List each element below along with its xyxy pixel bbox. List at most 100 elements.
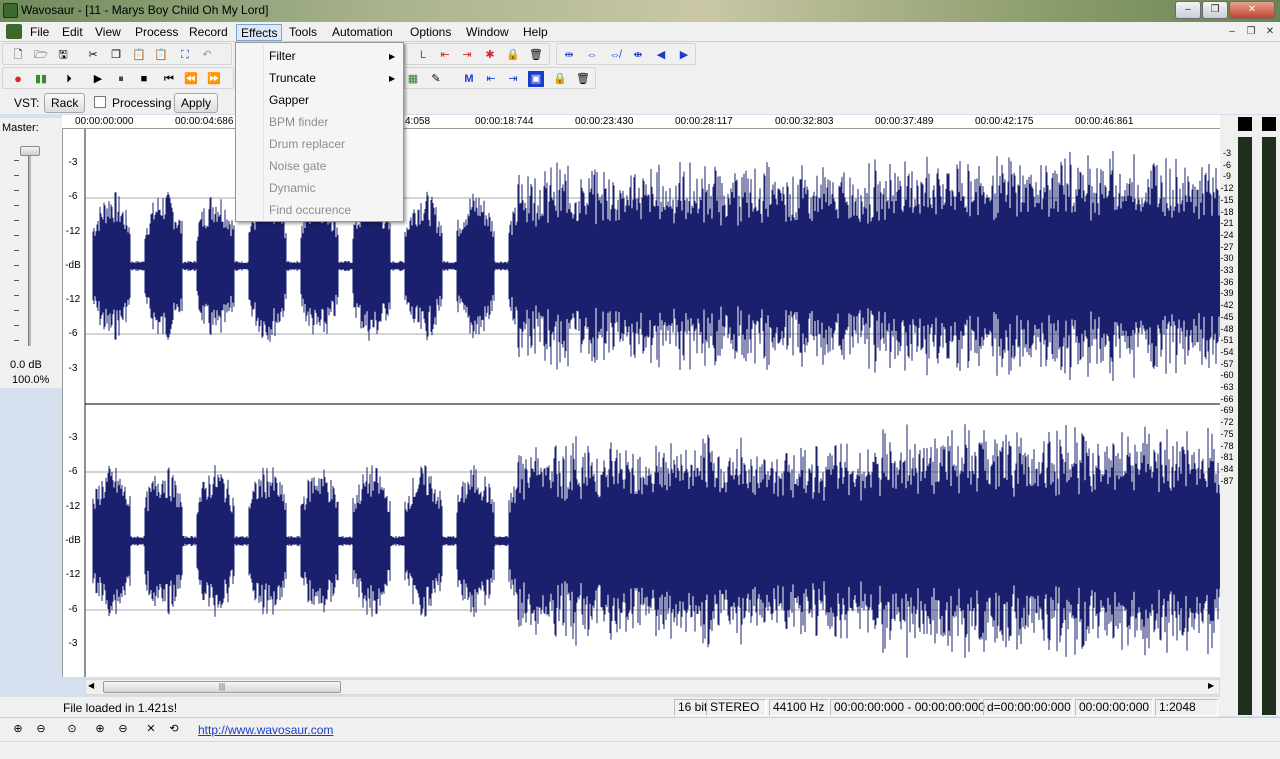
- menu-record[interactable]: Record: [185, 24, 232, 41]
- zoom-out-icon[interactable]: ⊖: [33, 721, 49, 737]
- submenu-arrow-icon: ▶: [389, 74, 396, 83]
- marker-icon[interactable]: M: [461, 71, 477, 87]
- paste-mix-icon[interactable]: 📋: [153, 47, 169, 63]
- mdi-restore-button[interactable]: ❐: [1243, 25, 1259, 40]
- pencil-icon[interactable]: ✎: [428, 71, 444, 87]
- scroll-right-arrow-icon[interactable]: ▶: [1208, 681, 1214, 690]
- horizontal-scrollbar[interactable]: ◀ ||| ▶: [85, 679, 1220, 695]
- vu-left-bar: [1238, 137, 1252, 715]
- play-icon[interactable]: ▶: [90, 71, 106, 87]
- left-marker-icon[interactable]: L: [415, 47, 431, 63]
- minimize-button[interactable]: ‒: [1175, 1, 1201, 19]
- menu-automation[interactable]: Automation: [328, 24, 397, 41]
- waveform-right-channel: [92, 424, 1221, 658]
- paste-icon[interactable]: 📋: [131, 47, 147, 63]
- menu-item-dynamic[interactable]: Dynamic: [269, 178, 316, 198]
- rewind-icon[interactable]: ⏪: [183, 71, 199, 87]
- channel2-axis-label: -3: [68, 432, 78, 443]
- horizontal-scroll-thumb[interactable]: |||: [103, 681, 341, 693]
- marker-split-icon[interactable]: ✱: [482, 47, 498, 63]
- menu-effects[interactable]: Effects: [236, 24, 283, 41]
- move-right-icon[interactable]: ⇥: [459, 47, 475, 63]
- go-start-icon[interactable]: ⏮: [161, 71, 177, 87]
- apply-button[interactable]: Apply: [174, 93, 219, 113]
- new-file-icon[interactable]: 🗋: [10, 47, 26, 63]
- move-left-icon[interactable]: ⇤: [437, 47, 453, 63]
- marker-select-icon[interactable]: ▣: [528, 71, 544, 87]
- rack-button[interactable]: Rack: [44, 93, 86, 113]
- save-icon[interactable]: 🖫: [55, 47, 71, 63]
- zoom-in-vertical-icon[interactable]: ⊕: [92, 721, 108, 737]
- menu-window[interactable]: Window: [462, 24, 513, 41]
- fast-forward-icon[interactable]: ⏩: [206, 71, 222, 87]
- vu-scale-label: -87: [1220, 475, 1234, 486]
- menu-item-noise-gate[interactable]: Noise gate: [269, 156, 326, 176]
- trim-icon[interactable]: ⛶: [177, 47, 193, 63]
- menu-process[interactable]: Process: [131, 24, 182, 41]
- menu-item-bpm-finder[interactable]: BPM finder: [269, 112, 328, 132]
- title-bar: Wavosaur - [11 - Marys Boy Child Oh My L…: [0, 0, 1280, 22]
- expand-selection-icon[interactable]: ⇔: [584, 47, 600, 63]
- trash-icon[interactable]: 🗑: [528, 47, 544, 63]
- menu-item-filter[interactable]: Filter: [269, 46, 296, 66]
- zoom-fit-icon[interactable]: ⊙: [64, 721, 80, 737]
- mdi-minimize-button[interactable]: ‒: [1224, 25, 1240, 40]
- marker-next-icon[interactable]: ⇥: [505, 71, 521, 87]
- zoom-selection-fit-icon[interactable]: ✕: [143, 721, 159, 737]
- scroll-left-arrow-icon[interactable]: ◀: [88, 681, 94, 690]
- pause-icon[interactable]: ⏸: [113, 71, 129, 87]
- menu-tools[interactable]: Tools: [285, 24, 321, 41]
- nudge-right-icon[interactable]: ▶: [676, 47, 692, 63]
- zoom-selection-icon[interactable]: ⇹: [561, 47, 577, 63]
- document-icon[interactable]: [6, 24, 22, 39]
- zoom-toolbar: ⊕ ⊖ ⊙ ⊕ ⊖ ✕ ⟲ http://www.wavosaur.com: [0, 717, 1280, 741]
- vu-scale-label: -75: [1220, 428, 1234, 439]
- menu-item-find-occurence[interactable]: Find occurence: [269, 200, 351, 220]
- marker-delete-icon[interactable]: 🗑: [575, 71, 591, 87]
- website-link[interactable]: http://www.wavosaur.com: [198, 723, 333, 737]
- vu-right-bar: [1262, 137, 1276, 715]
- marker-prev-icon[interactable]: ⇤: [483, 71, 499, 87]
- menu-item-drum-replacer[interactable]: Drum replacer: [269, 134, 345, 154]
- lock-icon[interactable]: 🔒: [505, 47, 521, 63]
- vu-right-peak: [1262, 117, 1276, 131]
- grid-icon[interactable]: ▦: [405, 71, 421, 87]
- copy-icon[interactable]: ❐: [108, 47, 124, 63]
- master-volume-track[interactable]: [28, 146, 31, 346]
- processing-checkbox[interactable]: [94, 96, 106, 108]
- record-icon[interactable]: ●: [10, 71, 26, 87]
- timeline-label: 00:00:18:744: [475, 116, 534, 127]
- close-button[interactable]: ✕: [1229, 1, 1275, 19]
- menu-options[interactable]: Options: [406, 24, 455, 41]
- menu-file[interactable]: File: [26, 24, 53, 41]
- stop-icon[interactable]: ■: [136, 71, 152, 87]
- menu-item-truncate[interactable]: Truncate: [269, 68, 316, 88]
- open-folder-icon[interactable]: 🗁: [33, 47, 49, 63]
- menu-view[interactable]: View: [91, 24, 125, 41]
- vu-scale-label: -30: [1220, 253, 1234, 264]
- zoom-out-vertical-icon[interactable]: ⊖: [115, 721, 131, 737]
- menu-item-gapper[interactable]: Gapper: [269, 90, 309, 110]
- record-meter-icon[interactable]: ▮▮: [33, 71, 49, 87]
- mdi-close-button[interactable]: ✕: [1262, 25, 1278, 40]
- channel1-axis-label: -3: [68, 157, 78, 168]
- play-from-start-icon[interactable]: ⏵: [61, 71, 77, 87]
- zoom-in-icon[interactable]: ⊕: [10, 721, 26, 737]
- maximize-button[interactable]: ❐: [1202, 1, 1228, 19]
- menu-help[interactable]: Help: [519, 24, 552, 41]
- master-volume-slider[interactable]: [20, 146, 40, 156]
- marker-lock-icon[interactable]: 🔒: [552, 71, 568, 87]
- shrink-selection-icon[interactable]: ⇎: [607, 47, 623, 63]
- menu-edit[interactable]: Edit: [58, 24, 87, 41]
- channel1-axis-label: -12: [65, 226, 81, 237]
- timeline-label: 00:00:46:861: [1075, 116, 1134, 127]
- nudge-left-icon[interactable]: ◀: [653, 47, 669, 63]
- undo-icon[interactable]: ↶: [199, 47, 215, 63]
- zoom-reset-icon[interactable]: ⟲: [166, 721, 182, 737]
- vu-scale-label: -36: [1220, 276, 1234, 287]
- vu-scale-label: -33: [1220, 265, 1234, 275]
- app-icon[interactable]: [3, 3, 18, 18]
- vu-scale-label: -21: [1220, 218, 1234, 229]
- cut-icon[interactable]: ✂: [85, 47, 101, 63]
- split-selection-icon[interactable]: ⇼: [630, 47, 646, 63]
